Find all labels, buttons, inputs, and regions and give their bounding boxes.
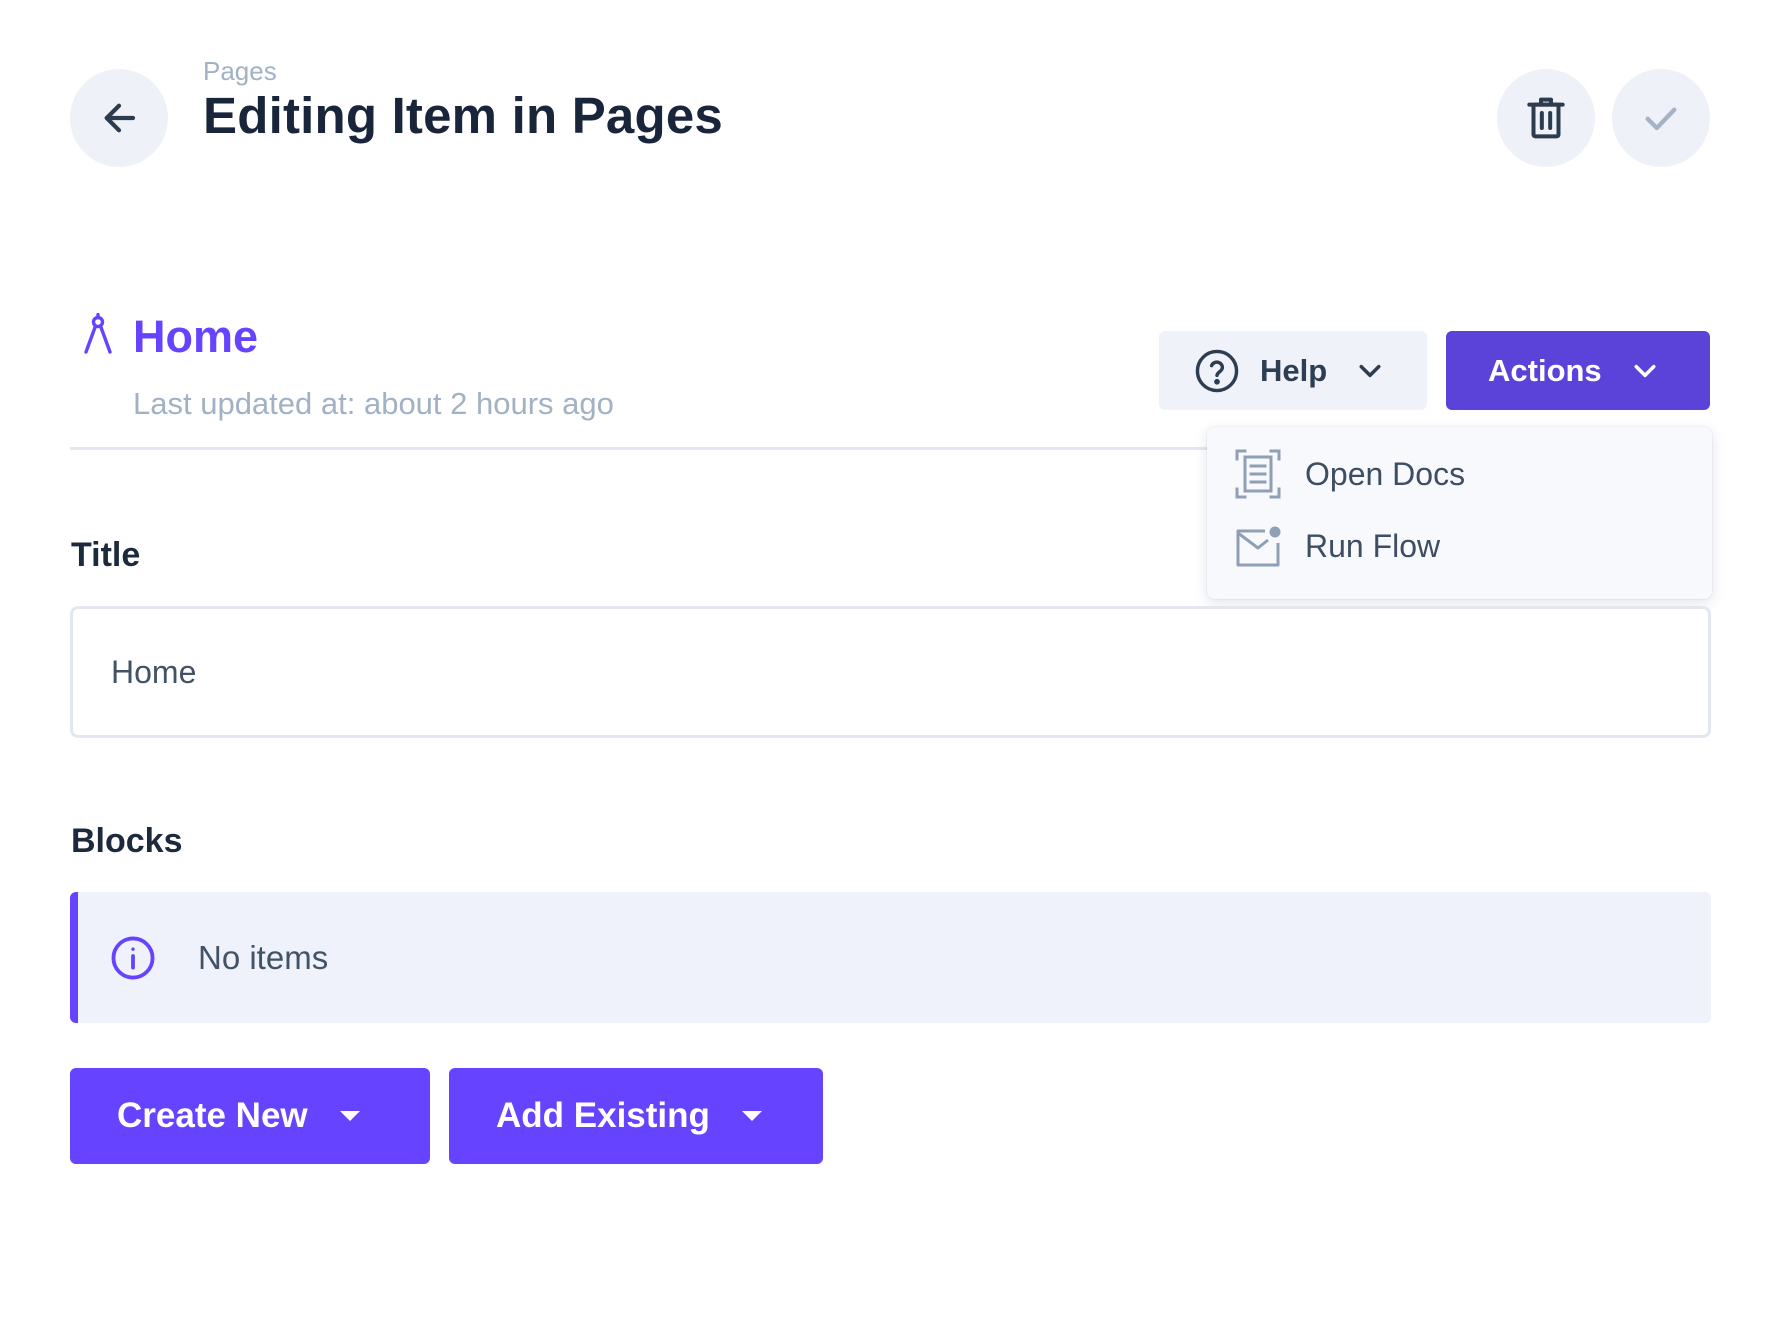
menu-item-label: Open Docs [1305, 455, 1466, 492]
trash-icon [1527, 97, 1565, 139]
page-title: Editing Item in Pages [203, 87, 723, 144]
create-new-button[interactable]: Create New [70, 1068, 430, 1164]
actions-label: Actions [1488, 352, 1602, 388]
back-button[interactable] [70, 69, 168, 167]
help-button[interactable]: Help [1159, 331, 1427, 410]
actions-button[interactable]: Actions [1446, 331, 1710, 410]
breadcrumb[interactable]: Pages [203, 56, 277, 87]
actions-menu: Open Docs Run Flow [1207, 427, 1712, 599]
blocks-empty-notice: No items [70, 892, 1711, 1023]
blocks-field-label: Blocks [71, 822, 183, 860]
help-label: Help [1260, 352, 1328, 388]
add-existing-button[interactable]: Add Existing [449, 1068, 823, 1164]
blocks-empty-text: No items [198, 938, 329, 976]
compass-icon [84, 313, 112, 354]
mail-notification-icon [1236, 526, 1281, 567]
arrow-left-icon [104, 103, 136, 133]
chevron-down-icon [1630, 356, 1660, 386]
title-field-label: Title [71, 536, 141, 574]
info-icon [111, 936, 155, 979]
title-input[interactable] [70, 606, 1711, 738]
check-icon [1645, 107, 1677, 131]
help-circle-icon [1195, 349, 1239, 392]
menu-item-label: Run Flow [1305, 527, 1441, 564]
last-updated: Last updated at: about 2 hours ago [133, 386, 614, 421]
menu-item-run-flow[interactable]: Run Flow [1235, 525, 1440, 567]
delete-button[interactable] [1497, 69, 1595, 167]
caret-down-icon [338, 1109, 362, 1123]
chevron-down-icon [1355, 356, 1385, 386]
create-new-label: Create New [117, 1096, 308, 1135]
save-button[interactable] [1612, 69, 1710, 167]
caret-down-icon [740, 1109, 764, 1123]
item-title: Home [133, 311, 259, 362]
add-existing-label: Add Existing [496, 1096, 710, 1135]
menu-item-open-docs[interactable]: Open Docs [1235, 449, 1465, 499]
document-scan-icon [1235, 449, 1281, 499]
